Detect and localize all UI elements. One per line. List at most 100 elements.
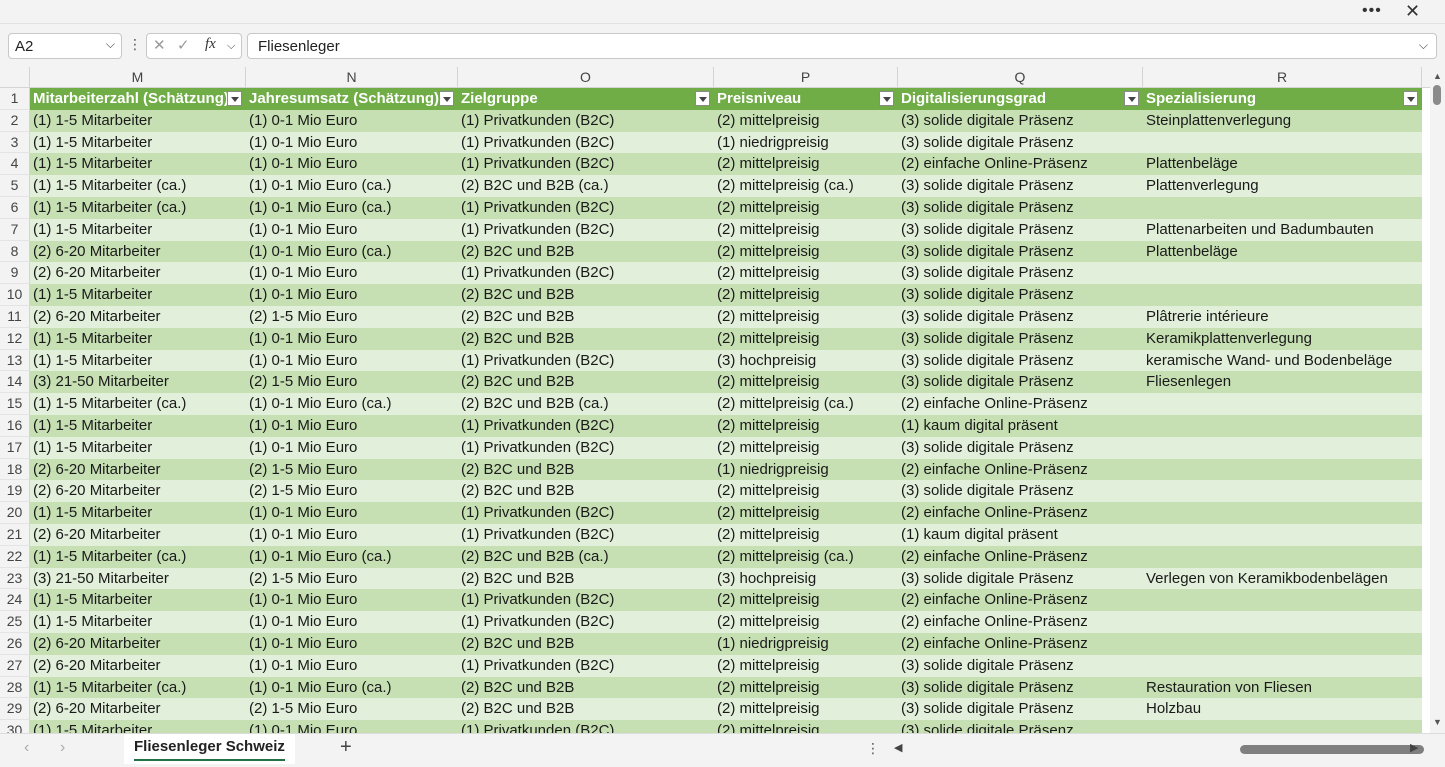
table-cell[interactable]: (2) B2C und B2B — [458, 567, 714, 590]
table-cell[interactable]: (1) 1-5 Mitarbeiter (ca.) — [30, 393, 246, 415]
table-cell[interactable]: (2) 1-5 Mio Euro — [246, 306, 458, 328]
table-cell[interactable]: (2) B2C und B2B — [458, 327, 714, 350]
table-cell[interactable]: (2) B2C und B2B — [458, 371, 714, 394]
table-cell[interactable]: (1) Privatkunden (B2C) — [458, 654, 714, 677]
table-cell[interactable]: (1) 0-1 Mio Euro — [246, 153, 458, 176]
table-cell[interactable]: (2) mittelpreisig — [714, 502, 898, 524]
table-cell[interactable]: Plattenbeläge — [1143, 153, 1422, 176]
table-cell[interactable] — [1143, 415, 1422, 437]
table-cell[interactable]: (2) mittelpreisig — [714, 218, 898, 241]
row-number[interactable]: 24 — [0, 589, 30, 612]
table-cell[interactable]: (1) 1-5 Mitarbeiter — [30, 720, 246, 733]
table-cell[interactable]: (2) einfache Online-Präsenz — [898, 458, 1143, 481]
table-cell[interactable] — [1143, 458, 1422, 481]
table-cell[interactable]: (2) B2C und B2B — [458, 284, 714, 306]
table-cell[interactable]: (1) 0-1 Mio Euro — [246, 262, 458, 285]
table-cell[interactable]: (2) einfache Online-Präsenz — [898, 589, 1143, 612]
table-cell[interactable]: (1) Privatkunden (B2C) — [458, 197, 714, 219]
table-cell[interactable]: (1) 0-1 Mio Euro — [246, 349, 458, 372]
table-cell[interactable]: (2) 1-5 Mio Euro — [246, 567, 458, 590]
table-cell[interactable]: (2) B2C und B2B — [458, 306, 714, 328]
table-cell[interactable]: (3) solide digitale Präsenz — [898, 175, 1143, 197]
column-header-R[interactable]: R — [1143, 67, 1422, 88]
table-cell[interactable]: (2) 6-20 Mitarbeiter — [30, 262, 246, 285]
table-cell[interactable]: (3) solide digitale Präsenz — [898, 197, 1143, 219]
table-cell[interactable]: (1) 1-5 Mitarbeiter — [30, 109, 246, 132]
table-cell[interactable]: (1) 0-1 Mio Euro — [246, 218, 458, 241]
table-cell[interactable]: (2) einfache Online-Präsenz — [898, 545, 1143, 568]
table-cell[interactable] — [1143, 502, 1422, 524]
table-cell[interactable]: (2) B2C und B2B — [458, 698, 714, 721]
column-header-Q[interactable]: Q — [898, 67, 1143, 88]
table-cell[interactable]: Fliesenlegen — [1143, 371, 1422, 394]
table-cell[interactable]: (2) B2C und B2B — [458, 633, 714, 655]
table-cell[interactable]: Restauration von Fliesen — [1143, 676, 1422, 699]
table-cell[interactable]: (1) 0-1 Mio Euro (ca.) — [246, 240, 458, 263]
table-cell[interactable]: (1) Privatkunden (B2C) — [458, 349, 714, 372]
table-cell[interactable]: Holzbau — [1143, 698, 1422, 721]
table-cell[interactable]: (1) Privatkunden (B2C) — [458, 611, 714, 633]
row-number[interactable]: 5 — [0, 175, 30, 197]
table-cell[interactable]: (2) B2C und B2B — [458, 240, 714, 263]
table-cell[interactable]: (2) mittelpreisig — [714, 436, 898, 459]
table-cell[interactable]: (1) 0-1 Mio Euro — [246, 502, 458, 524]
row-number[interactable]: 21 — [0, 524, 30, 546]
formula-input[interactable]: Fliesenleger ⌵ — [247, 33, 1437, 59]
column-header-M[interactable]: M — [30, 67, 246, 88]
chevron-down-icon[interactable]: ⌵ — [227, 40, 235, 53]
table-cell[interactable]: (2) 6-20 Mitarbeiter — [30, 458, 246, 481]
filter-dropdown-icon[interactable] — [1403, 91, 1418, 106]
insert-function-button[interactable]: fx — [205, 36, 216, 53]
sheet-tab-active[interactable]: Fliesenleger Schweiz — [124, 734, 295, 764]
table-header-cell[interactable]: Jahresumsatz (Schätzung) — [246, 88, 458, 110]
close-icon[interactable]: ✕ — [1405, 1, 1420, 22]
table-cell[interactable]: (1) 1-5 Mitarbeiter — [30, 284, 246, 306]
next-sheet-icon[interactable]: › — [60, 739, 65, 757]
table-cell[interactable]: (1) 0-1 Mio Euro — [246, 109, 458, 132]
table-cell[interactable]: (2) mittelpreisig — [714, 262, 898, 285]
table-cell[interactable]: (1) 0-1 Mio Euro (ca.) — [246, 676, 458, 699]
table-cell[interactable]: (1) 0-1 Mio Euro (ca.) — [246, 393, 458, 415]
table-cell[interactable]: (1) Privatkunden (B2C) — [458, 720, 714, 733]
spreadsheet-grid[interactable]: M N O P Q R 1 Mitarbeiterzahl (Schätzung)… — [0, 67, 1430, 733]
table-cell[interactable]: (1) 1-5 Mitarbeiter — [30, 589, 246, 612]
table-cell[interactable]: (1) niedrigpreisig — [714, 131, 898, 154]
row-number[interactable]: 13 — [0, 349, 30, 372]
table-cell[interactable]: (1) 0-1 Mio Euro — [246, 633, 458, 655]
row-number[interactable]: 17 — [0, 436, 30, 459]
table-cell[interactable]: (1) 1-5 Mitarbeiter (ca.) — [30, 676, 246, 699]
table-cell[interactable]: (2) mittelpreisig — [714, 153, 898, 176]
select-all-corner[interactable] — [0, 67, 30, 88]
table-cell[interactable]: (2) einfache Online-Präsenz — [898, 633, 1143, 655]
table-cell[interactable]: (3) solide digitale Präsenz — [898, 306, 1143, 328]
filter-dropdown-icon[interactable] — [695, 91, 710, 106]
table-cell[interactable]: (1) 1-5 Mitarbeiter — [30, 415, 246, 437]
table-cell[interactable]: (2) mittelpreisig — [714, 109, 898, 132]
table-cell[interactable]: (1) 0-1 Mio Euro (ca.) — [246, 545, 458, 568]
table-cell[interactable]: (3) solide digitale Präsenz — [898, 654, 1143, 677]
table-cell[interactable] — [1143, 589, 1422, 612]
table-cell[interactable]: (3) solide digitale Präsenz — [898, 676, 1143, 699]
row-number[interactable]: 1 — [0, 88, 30, 110]
table-cell[interactable]: (1) Privatkunden (B2C) — [458, 131, 714, 154]
table-cell[interactable]: (2) 6-20 Mitarbeiter — [30, 633, 246, 655]
row-number[interactable]: 25 — [0, 611, 30, 633]
enter-icon[interactable]: ✓ — [177, 36, 190, 54]
table-cell[interactable]: Plattenarbeiten und Badumbauten — [1143, 218, 1422, 241]
table-cell[interactable]: (2) einfache Online-Präsenz — [898, 502, 1143, 524]
table-cell[interactable]: Plattenbeläge — [1143, 240, 1422, 263]
table-cell[interactable]: (2) 1-5 Mio Euro — [246, 458, 458, 481]
table-cell[interactable]: (1) 1-5 Mitarbeiter — [30, 436, 246, 459]
table-cell[interactable]: (2) mittelpreisig — [714, 197, 898, 219]
scroll-up-icon[interactable]: ▲ — [1433, 71, 1442, 81]
scroll-left-icon[interactable]: ◀ — [894, 741, 902, 754]
table-cell[interactable]: (1) niedrigpreisig — [714, 458, 898, 481]
table-header-cell[interactable]: Digitalisierungsgrad — [898, 88, 1143, 110]
table-cell[interactable]: (1) kaum digital präsent — [898, 524, 1143, 546]
row-number[interactable]: 10 — [0, 284, 30, 306]
add-sheet-button[interactable]: + — [340, 736, 352, 759]
table-cell[interactable]: (1) 0-1 Mio Euro — [246, 436, 458, 459]
name-box[interactable]: A2 ⌵ — [8, 33, 122, 59]
table-cell[interactable]: (3) solide digitale Präsenz — [898, 567, 1143, 590]
table-cell[interactable]: (1) 0-1 Mio Euro (ca.) — [246, 175, 458, 197]
